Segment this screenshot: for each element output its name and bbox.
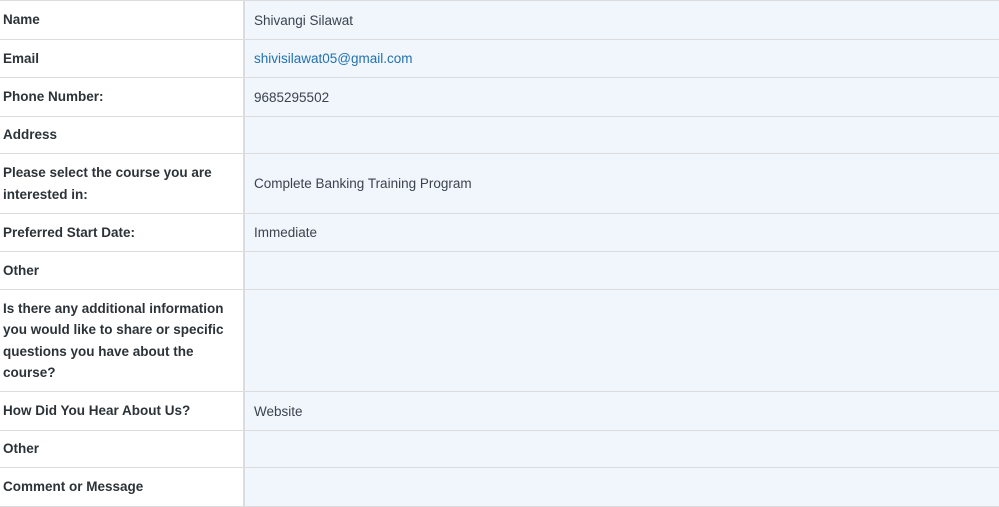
field-label: Is there any additional information you … <box>0 290 245 391</box>
field-row-other: Other <box>0 252 999 290</box>
field-value <box>245 290 999 391</box>
field-row-comment: Comment or Message <box>0 468 999 507</box>
field-label: Phone Number: <box>0 78 245 116</box>
email-link[interactable]: shivisilawat05@gmail.com <box>254 51 413 66</box>
field-value: Immediate <box>245 214 999 251</box>
field-value: Shivangi Silawat <box>245 1 999 39</box>
field-label: Please select the course you are interes… <box>0 154 245 213</box>
field-label: Email <box>0 40 245 77</box>
field-label: Other <box>0 431 245 467</box>
field-row-start-date: Preferred Start Date: Immediate <box>0 214 999 252</box>
field-row-name: Name Shivangi Silawat <box>0 1 999 40</box>
field-value <box>245 468 999 506</box>
field-value <box>245 252 999 289</box>
field-row-phone: Phone Number: 9685295502 <box>0 78 999 117</box>
field-row-address: Address <box>0 117 999 154</box>
field-value <box>245 431 999 467</box>
field-label: Other <box>0 252 245 289</box>
field-row-other-2: Other <box>0 431 999 468</box>
entry-details-table: Name Shivangi Silawat Email shivisilawat… <box>0 0 999 507</box>
field-label: Comment or Message <box>0 468 245 506</box>
field-value: Website <box>245 392 999 430</box>
field-value: Complete Banking Training Program <box>245 154 999 213</box>
field-row-referral: How Did You Hear About Us? Website <box>0 392 999 431</box>
field-label: Address <box>0 117 245 153</box>
field-row-course: Please select the course you are interes… <box>0 154 999 214</box>
field-row-email: Email shivisilawat05@gmail.com <box>0 40 999 78</box>
field-label: How Did You Hear About Us? <box>0 392 245 430</box>
field-value <box>245 117 999 153</box>
field-value: shivisilawat05@gmail.com <box>245 40 999 77</box>
field-label: Name <box>0 1 245 39</box>
field-row-additional-info: Is there any additional information you … <box>0 290 999 392</box>
field-label: Preferred Start Date: <box>0 214 245 251</box>
field-value: 9685295502 <box>245 78 999 116</box>
